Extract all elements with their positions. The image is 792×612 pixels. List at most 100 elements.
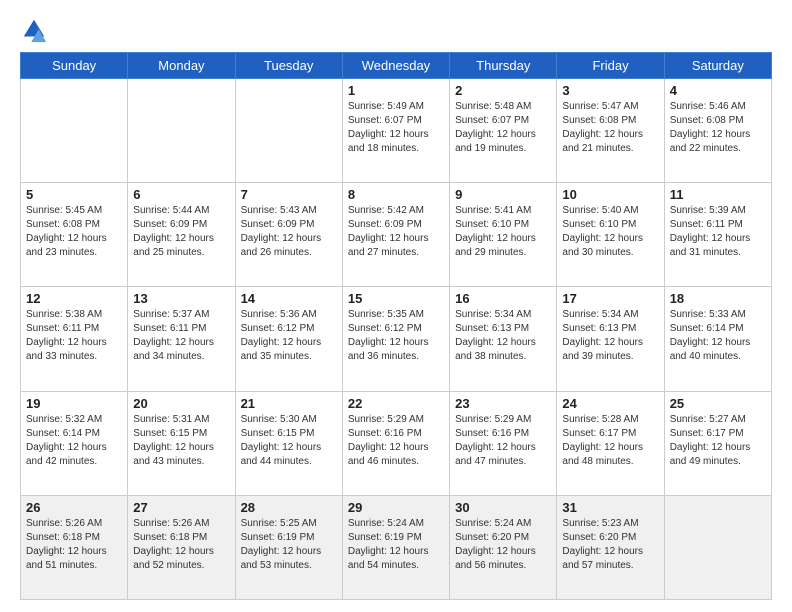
calendar-week-5: 26 Sunrise: 5:26 AM Sunset: 6:18 PM Dayli… bbox=[21, 495, 772, 599]
calendar-cell: 28 Sunrise: 5:25 AM Sunset: 6:19 PM Dayli… bbox=[235, 495, 342, 599]
day-info: Sunrise: 5:24 AM Sunset: 6:20 PM Dayligh… bbox=[455, 517, 551, 573]
day-info: Sunrise: 5:28 AM Sunset: 6:17 PM Dayligh… bbox=[562, 413, 658, 469]
day-number: 3 bbox=[562, 83, 658, 98]
day-info: Sunrise: 5:26 AM Sunset: 6:18 PM Dayligh… bbox=[26, 517, 122, 573]
day-number: 22 bbox=[348, 396, 444, 411]
calendar-week-2: 5Sunrise: 5:45 AM Sunset: 6:08 PM Daylig… bbox=[21, 183, 772, 287]
day-info: Sunrise: 5:31 AM Sunset: 6:15 PM Dayligh… bbox=[133, 413, 229, 469]
calendar-cell: 11 Sunrise: 5:39 AM Sunset: 6:11 PM Dayli… bbox=[664, 183, 771, 287]
calendar-header-monday: Monday bbox=[128, 53, 235, 79]
day-number: 4 bbox=[670, 83, 766, 98]
day-info: Sunrise: 5:34 AM Sunset: 6:13 PM Dayligh… bbox=[562, 308, 658, 364]
day-number: 16 bbox=[455, 291, 551, 306]
calendar-cell: 30 Sunrise: 5:24 AM Sunset: 6:20 PM Dayli… bbox=[450, 495, 557, 599]
day-number: 13 bbox=[133, 291, 229, 306]
calendar-header-thursday: Thursday bbox=[450, 53, 557, 79]
day-number: 31 bbox=[562, 500, 658, 515]
calendar-cell: 1 Sunrise: 5:49 AM Sunset: 6:07 PM Daylig… bbox=[342, 79, 449, 183]
day-number: 11 bbox=[670, 187, 766, 202]
header bbox=[20, 16, 772, 44]
calendar-cell: 13 Sunrise: 5:37 AM Sunset: 6:11 PM Dayli… bbox=[128, 287, 235, 391]
calendar-cell: 2 Sunrise: 5:48 AM Sunset: 6:07 PM Daylig… bbox=[450, 79, 557, 183]
day-info: Sunrise: 5:33 AM Sunset: 6:14 PM Dayligh… bbox=[670, 308, 766, 364]
day-info: Sunrise: 5:23 AM Sunset: 6:20 PM Dayligh… bbox=[562, 517, 658, 573]
calendar-cell: 10Sunrise: 5:40 AM Sunset: 6:10 PM Dayli… bbox=[557, 183, 664, 287]
day-number: 26 bbox=[26, 500, 122, 515]
day-number: 30 bbox=[455, 500, 551, 515]
day-info: Sunrise: 5:42 AM Sunset: 6:09 PM Dayligh… bbox=[348, 204, 444, 260]
day-info: Sunrise: 5:48 AM Sunset: 6:07 PM Dayligh… bbox=[455, 100, 551, 156]
day-info: Sunrise: 5:24 AM Sunset: 6:19 PM Dayligh… bbox=[348, 517, 444, 573]
day-number: 7 bbox=[241, 187, 337, 202]
calendar-cell bbox=[21, 79, 128, 183]
calendar-header-sunday: Sunday bbox=[21, 53, 128, 79]
calendar-cell: 15Sunrise: 5:35 AM Sunset: 6:12 PM Dayli… bbox=[342, 287, 449, 391]
calendar-cell: 9Sunrise: 5:41 AM Sunset: 6:10 PM Daylig… bbox=[450, 183, 557, 287]
calendar-cell: 18 Sunrise: 5:33 AM Sunset: 6:14 PM Dayli… bbox=[664, 287, 771, 391]
day-info: Sunrise: 5:49 AM Sunset: 6:07 PM Dayligh… bbox=[348, 100, 444, 156]
calendar-cell: 25 Sunrise: 5:27 AM Sunset: 6:17 PM Dayli… bbox=[664, 391, 771, 495]
day-number: 9 bbox=[455, 187, 551, 202]
day-info: Sunrise: 5:26 AM Sunset: 6:18 PM Dayligh… bbox=[133, 517, 229, 573]
calendar-cell: 16 Sunrise: 5:34 AM Sunset: 6:13 PM Dayli… bbox=[450, 287, 557, 391]
calendar-cell bbox=[235, 79, 342, 183]
calendar-cell bbox=[664, 495, 771, 599]
day-number: 25 bbox=[670, 396, 766, 411]
day-info: Sunrise: 5:27 AM Sunset: 6:17 PM Dayligh… bbox=[670, 413, 766, 469]
day-info: Sunrise: 5:43 AM Sunset: 6:09 PM Dayligh… bbox=[241, 204, 337, 260]
calendar-week-3: 12Sunrise: 5:38 AM Sunset: 6:11 PM Dayli… bbox=[21, 287, 772, 391]
calendar-header-tuesday: Tuesday bbox=[235, 53, 342, 79]
calendar-cell: 12Sunrise: 5:38 AM Sunset: 6:11 PM Dayli… bbox=[21, 287, 128, 391]
calendar-cell: 19Sunrise: 5:32 AM Sunset: 6:14 PM Dayli… bbox=[21, 391, 128, 495]
calendar-cell: 29 Sunrise: 5:24 AM Sunset: 6:19 PM Dayli… bbox=[342, 495, 449, 599]
calendar-cell: 4 Sunrise: 5:46 AM Sunset: 6:08 PM Daylig… bbox=[664, 79, 771, 183]
day-info: Sunrise: 5:34 AM Sunset: 6:13 PM Dayligh… bbox=[455, 308, 551, 364]
day-number: 2 bbox=[455, 83, 551, 98]
day-info: Sunrise: 5:46 AM Sunset: 6:08 PM Dayligh… bbox=[670, 100, 766, 156]
calendar-week-4: 19Sunrise: 5:32 AM Sunset: 6:14 PM Dayli… bbox=[21, 391, 772, 495]
day-info: Sunrise: 5:37 AM Sunset: 6:11 PM Dayligh… bbox=[133, 308, 229, 364]
calendar-week-1: 1 Sunrise: 5:49 AM Sunset: 6:07 PM Daylig… bbox=[21, 79, 772, 183]
day-number: 24 bbox=[562, 396, 658, 411]
day-number: 10 bbox=[562, 187, 658, 202]
calendar-cell: 3Sunrise: 5:47 AM Sunset: 6:08 PM Daylig… bbox=[557, 79, 664, 183]
day-number: 15 bbox=[348, 291, 444, 306]
day-number: 19 bbox=[26, 396, 122, 411]
day-number: 1 bbox=[348, 83, 444, 98]
day-info: Sunrise: 5:39 AM Sunset: 6:11 PM Dayligh… bbox=[670, 204, 766, 260]
day-number: 8 bbox=[348, 187, 444, 202]
day-info: Sunrise: 5:30 AM Sunset: 6:15 PM Dayligh… bbox=[241, 413, 337, 469]
calendar-header-saturday: Saturday bbox=[664, 53, 771, 79]
day-number: 12 bbox=[26, 291, 122, 306]
day-info: Sunrise: 5:25 AM Sunset: 6:19 PM Dayligh… bbox=[241, 517, 337, 573]
day-number: 27 bbox=[133, 500, 229, 515]
day-number: 18 bbox=[670, 291, 766, 306]
day-number: 29 bbox=[348, 500, 444, 515]
day-info: Sunrise: 5:29 AM Sunset: 6:16 PM Dayligh… bbox=[348, 413, 444, 469]
calendar-cell bbox=[128, 79, 235, 183]
calendar-header-row: SundayMondayTuesdayWednesdayThursdayFrid… bbox=[21, 53, 772, 79]
calendar-cell: 6Sunrise: 5:44 AM Sunset: 6:09 PM Daylig… bbox=[128, 183, 235, 287]
logo bbox=[20, 16, 52, 44]
calendar-cell: 7 Sunrise: 5:43 AM Sunset: 6:09 PM Daylig… bbox=[235, 183, 342, 287]
day-number: 21 bbox=[241, 396, 337, 411]
day-info: Sunrise: 5:29 AM Sunset: 6:16 PM Dayligh… bbox=[455, 413, 551, 469]
calendar-cell: 26 Sunrise: 5:26 AM Sunset: 6:18 PM Dayli… bbox=[21, 495, 128, 599]
calendar-table: SundayMondayTuesdayWednesdayThursdayFrid… bbox=[20, 52, 772, 600]
calendar-header-friday: Friday bbox=[557, 53, 664, 79]
calendar-header-wednesday: Wednesday bbox=[342, 53, 449, 79]
day-info: Sunrise: 5:45 AM Sunset: 6:08 PM Dayligh… bbox=[26, 204, 122, 260]
calendar-cell: 31 Sunrise: 5:23 AM Sunset: 6:20 PM Dayli… bbox=[557, 495, 664, 599]
day-number: 23 bbox=[455, 396, 551, 411]
day-info: Sunrise: 5:36 AM Sunset: 6:12 PM Dayligh… bbox=[241, 308, 337, 364]
day-number: 28 bbox=[241, 500, 337, 515]
day-number: 20 bbox=[133, 396, 229, 411]
calendar-cell: 22 Sunrise: 5:29 AM Sunset: 6:16 PM Dayli… bbox=[342, 391, 449, 495]
calendar-cell: 24 Sunrise: 5:28 AM Sunset: 6:17 PM Dayli… bbox=[557, 391, 664, 495]
calendar-cell: 8 Sunrise: 5:42 AM Sunset: 6:09 PM Daylig… bbox=[342, 183, 449, 287]
logo-icon bbox=[20, 16, 48, 44]
day-number: 14 bbox=[241, 291, 337, 306]
day-number: 17 bbox=[562, 291, 658, 306]
calendar-cell: 17 Sunrise: 5:34 AM Sunset: 6:13 PM Dayli… bbox=[557, 287, 664, 391]
calendar-cell: 5Sunrise: 5:45 AM Sunset: 6:08 PM Daylig… bbox=[21, 183, 128, 287]
